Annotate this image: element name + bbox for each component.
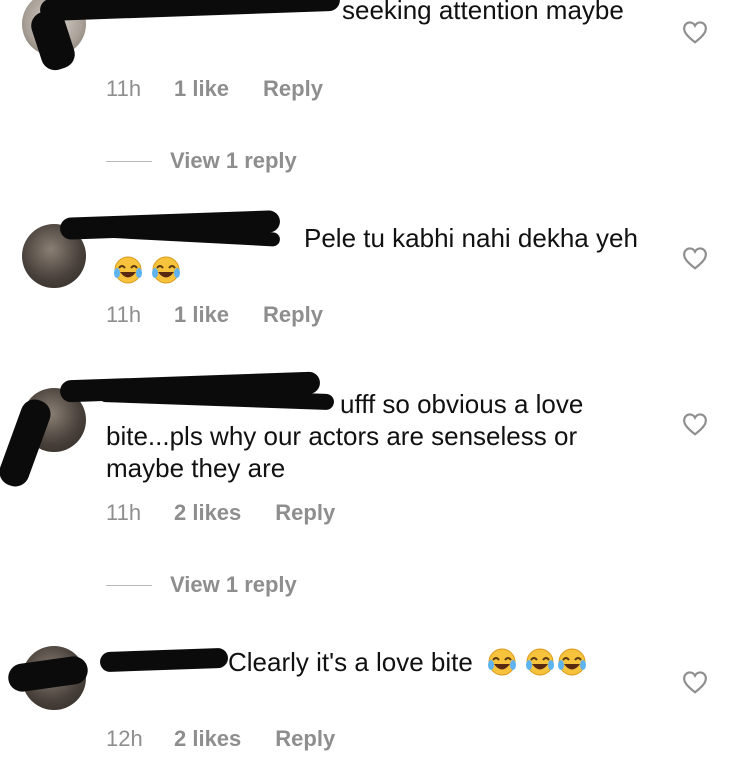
comment-item: ufff so obvious a love bite...pls why ou… xyxy=(0,371,749,608)
comment-timestamp: 11h xyxy=(106,76,142,101)
reply-button[interactable]: Reply xyxy=(263,76,323,102)
comment-body: Pele tu kabhi nahi dekha yeh xyxy=(304,223,638,253)
comment-meta: 11h 1 like Reply xyxy=(106,76,323,102)
reply-button[interactable]: Reply xyxy=(275,726,335,752)
comment-timestamp: 12h xyxy=(106,726,143,751)
reply-button[interactable]: Reply xyxy=(275,500,335,526)
comment-text: seeking attention maybe xyxy=(106,0,646,26)
face-with-tears-of-joy-emoji xyxy=(112,255,144,285)
face-with-tears-of-joy-emoji xyxy=(524,647,556,677)
divider-line xyxy=(106,584,152,586)
comment-meta: 12h 2 likes Reply xyxy=(106,726,335,752)
comment-body: Clearly it's a love bite xyxy=(228,647,473,677)
comment-item: Pele tu kabhi nahi dekha yeh 11h 1 like … xyxy=(0,200,749,360)
face-with-tears-of-joy-emoji xyxy=(556,647,588,677)
face-with-tears-of-joy-emoji xyxy=(150,255,182,285)
view-replies-button[interactable]: View 1 reply xyxy=(106,572,297,598)
comment-meta: 11h 1 like Reply xyxy=(106,302,323,328)
heart-outline-icon[interactable] xyxy=(682,20,708,44)
comment-likes[interactable]: 2 likes xyxy=(174,500,241,526)
heart-outline-icon[interactable] xyxy=(682,246,708,270)
comment-text: Clearly it's a love bite xyxy=(106,646,646,678)
comment-timestamp: 11h xyxy=(106,302,142,327)
comment-body: ufff so obvious a love bite...pls why ou… xyxy=(106,389,584,483)
heart-outline-icon[interactable] xyxy=(682,412,708,436)
comment-likes[interactable]: 2 likes xyxy=(174,726,241,752)
reply-button[interactable]: Reply xyxy=(263,302,323,328)
heart-outline-icon[interactable] xyxy=(682,670,708,694)
comment-body: seeking attention maybe xyxy=(342,0,624,25)
comment-likes[interactable]: 1 like xyxy=(174,302,229,328)
comment-meta: 11h 2 likes Reply xyxy=(106,500,335,526)
view-replies-label: View 1 reply xyxy=(170,572,297,597)
comment-text: Pele tu kabhi nahi dekha yeh xyxy=(106,222,646,286)
face-with-tears-of-joy-emoji xyxy=(486,647,518,677)
comment-item: seeking attention maybe 11h 1 like Reply… xyxy=(0,0,749,190)
comment-timestamp: 11h xyxy=(106,500,142,525)
comment-likes[interactable]: 1 like xyxy=(174,76,229,102)
comment-text: ufff so obvious a love bite...pls why ou… xyxy=(106,388,646,484)
divider-line xyxy=(106,160,152,162)
comment-item: Clearly it's a love bite 12h 2 likes Rep… xyxy=(0,624,749,778)
view-replies-label: View 1 reply xyxy=(170,148,297,173)
view-replies-button[interactable]: View 1 reply xyxy=(106,148,297,174)
